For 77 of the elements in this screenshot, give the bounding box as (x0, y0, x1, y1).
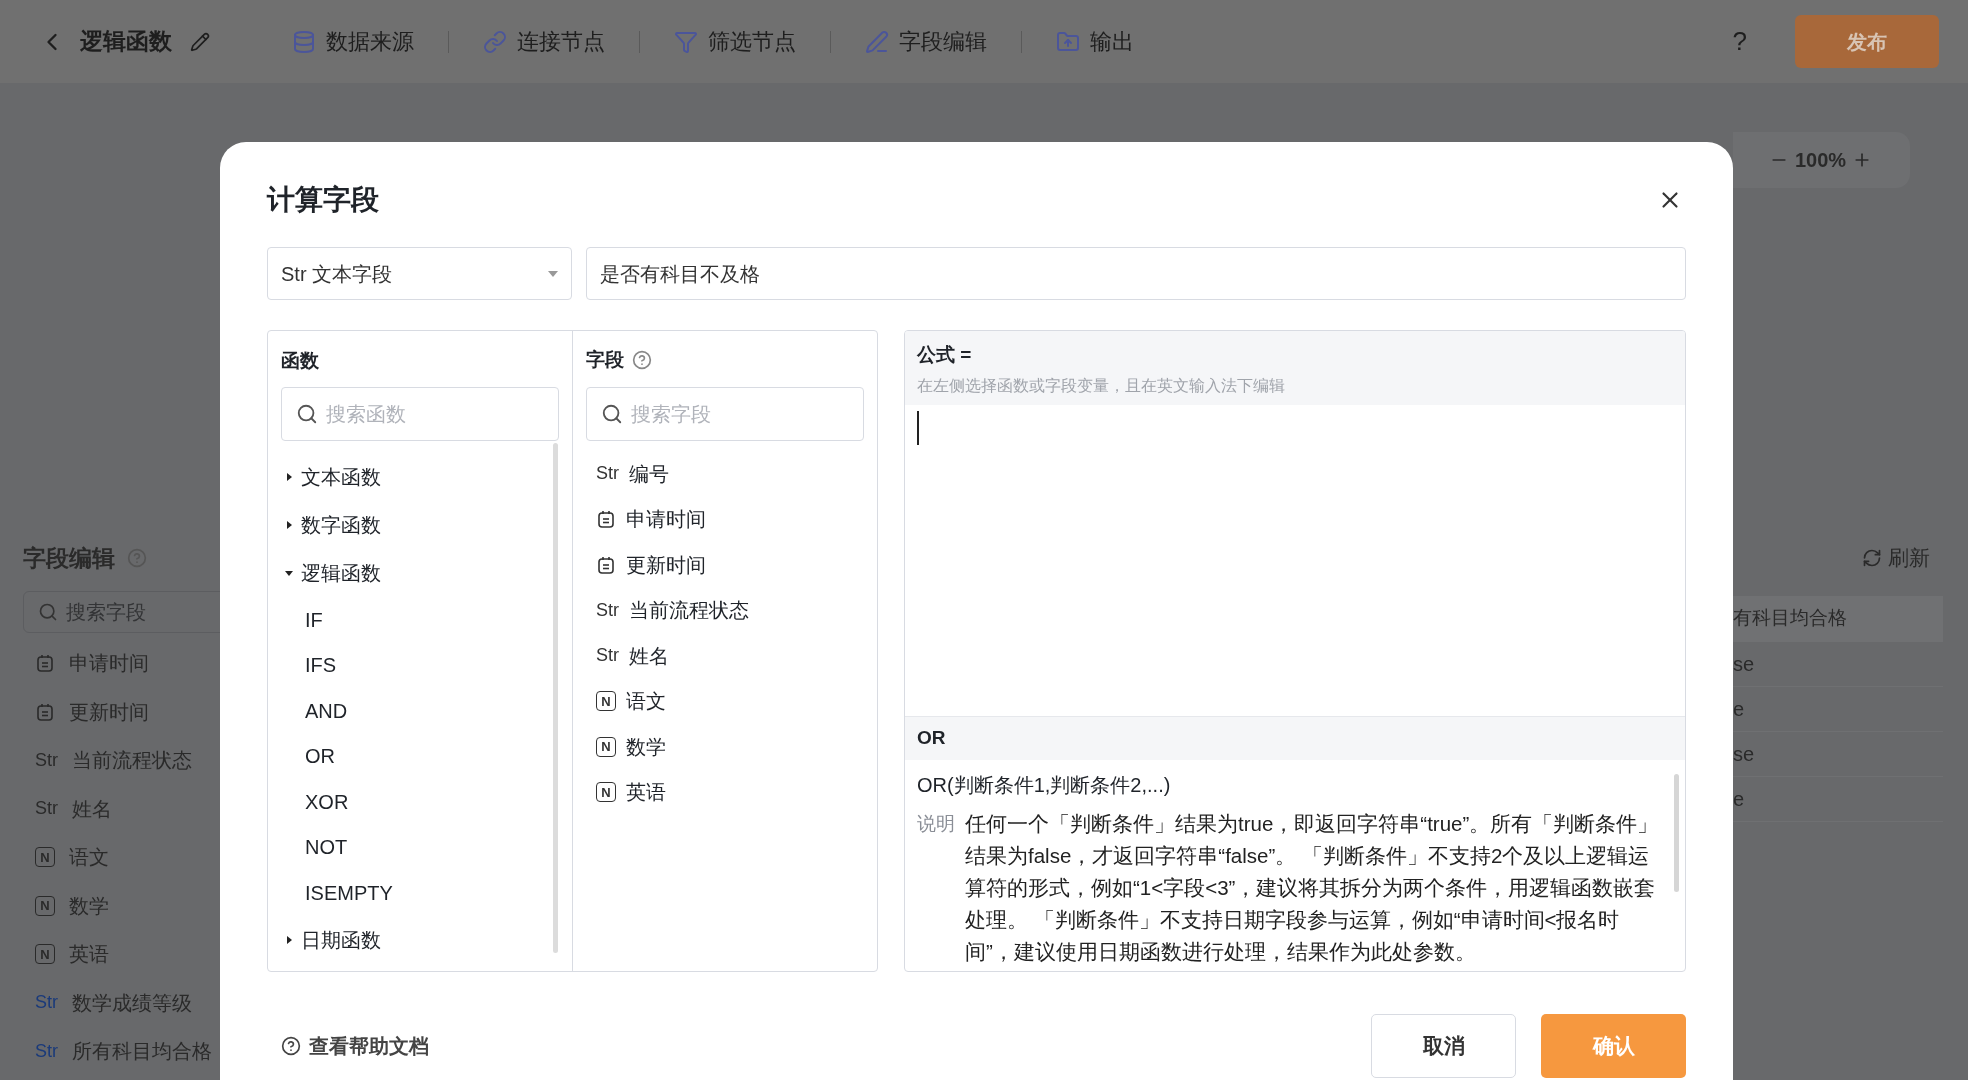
table-cell: se (1733, 731, 1943, 777)
name-input[interactable]: 是否有科目不及格 (586, 247, 1686, 300)
formula-hint: 在左侧选择函数或字段变量，且在英文输入法下编辑 (917, 375, 1286, 396)
page-title: 逻辑函数 (80, 27, 172, 57)
field-item[interactable]: N 英语 (596, 769, 864, 815)
type-tag: N (35, 944, 55, 965)
function-category[interactable]: 文本函数 (285, 453, 559, 501)
help-doc-link[interactable]: 查看帮助文档 (281, 1031, 429, 1061)
search-icon (296, 403, 318, 425)
function-description: 任何一个「判断条件」结果为true，即返回字符串“true”。所有「判断条件」结果为false，才返回字符串“false”。 「判断条件」不支持2个及以上逻辑运算符的形式，例如“1<字段<3”，建议将其拆分为两个条件，用逻辑函数嵌套处理。 「判断条件」不支持日期字段参与运算，例如“申请时间<报名时间”，建议使用日期函数进行处理，结果作为此处参数。 (965, 811, 1660, 965)
type-tag: Str (35, 795, 58, 823)
field-item[interactable]: 申请时间 (596, 496, 864, 542)
help-icon (281, 1036, 301, 1056)
type-tag: N (35, 847, 55, 868)
type-tag: N (596, 691, 616, 712)
search-icon (601, 403, 623, 425)
function-name: OR (917, 726, 946, 751)
dialog-title: 计算字段 (267, 183, 379, 217)
search-icon (38, 602, 58, 622)
field-item[interactable]: N 数学 (596, 724, 864, 770)
help-icon (632, 350, 652, 370)
calendar-icon (35, 701, 55, 722)
function-item[interactable]: XOR (285, 779, 559, 825)
description-label: 说明 (917, 812, 955, 836)
type-tag: N (596, 736, 616, 757)
calendar-icon (596, 509, 616, 530)
zoom-value: 100% (1795, 148, 1847, 173)
type-tag: Str (596, 642, 619, 670)
function-item[interactable]: ISEMPTY (285, 870, 559, 916)
type-tag: Str (35, 746, 58, 774)
column-title: 字段 (586, 347, 624, 372)
function-item[interactable]: IFS (285, 642, 559, 688)
caret-down-icon (285, 569, 293, 577)
table-header: 有科目均合格 (1733, 595, 1943, 642)
function-category[interactable]: 数字函数 (285, 501, 559, 549)
calendar-icon (35, 653, 55, 674)
refresh-icon (1862, 547, 1882, 568)
type-tag: Str (35, 1037, 58, 1065)
scrollbar[interactable] (1674, 774, 1679, 892)
text-cursor (917, 411, 919, 445)
type-tag: Str (35, 989, 58, 1017)
type-select[interactable]: Str 文本字段 (267, 247, 572, 300)
scrollbar[interactable] (553, 443, 558, 953)
field-item[interactable]: N 语文 (596, 678, 864, 724)
type-tag: Str (596, 596, 619, 624)
database-icon (292, 29, 316, 54)
panel-title: 字段编辑 (23, 543, 115, 573)
function-item[interactable]: OR (285, 733, 559, 779)
function-item[interactable]: IF (285, 597, 559, 643)
function-category[interactable]: 日期函数 (285, 915, 559, 964)
type-tag: Str (596, 460, 619, 488)
caret-icon (548, 270, 558, 277)
edit-icon[interactable] (190, 31, 210, 52)
formula-label: 公式 = (917, 343, 973, 367)
type-tag: N (35, 895, 55, 916)
caret-right-icon (285, 521, 293, 529)
field-item[interactable]: Str 编号 (596, 451, 864, 497)
table-cell: se (1733, 641, 1943, 687)
function-category[interactable]: 逻辑函数 (285, 549, 559, 597)
filter-icon (674, 29, 698, 54)
pen-icon (865, 29, 889, 54)
function-signature: OR(判断条件1,判断条件2,...) (917, 773, 1172, 798)
column-title: 函数 (281, 349, 320, 373)
field-item[interactable]: Str 当前流程状态 (596, 587, 864, 633)
link-icon (483, 29, 507, 54)
function-item[interactable]: NOT (285, 824, 559, 870)
table-cell: e (1733, 776, 1943, 822)
caret-right-icon (285, 473, 293, 481)
function-item[interactable]: AND (285, 688, 559, 734)
caret-right-icon (285, 935, 293, 944)
type-tag: N (596, 782, 616, 803)
calendar-icon (596, 554, 616, 575)
folder-upload-icon (1056, 29, 1080, 54)
cancel-button[interactable]: 取消 (1371, 1014, 1516, 1078)
field-item[interactable]: Str 姓名 (596, 633, 864, 679)
field-item[interactable]: 更新时间 (596, 542, 864, 588)
table-cell: e (1733, 686, 1943, 732)
